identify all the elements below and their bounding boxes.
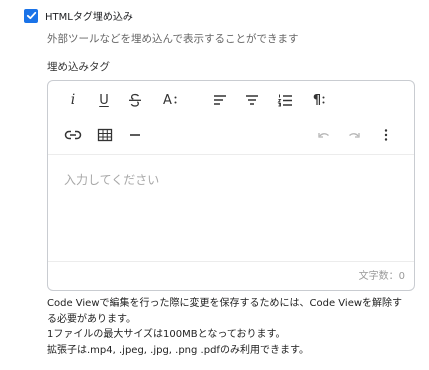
underline-button[interactable]: U — [94, 90, 114, 110]
more-options-button[interactable] — [376, 125, 396, 145]
font-size-button[interactable]: A — [157, 90, 183, 110]
redo-icon — [349, 133, 360, 138]
html-embed-option[interactable]: HTMLタグ埋め込み — [24, 8, 133, 23]
align-left-icon — [214, 95, 226, 105]
help-line: 1ファイルの最大サイズは100MBとなっております。 — [47, 329, 286, 340]
html-embed-settings: HTMLタグ埋め込み 外部ツールなどを埋め込んで表示することができます 埋め込み… — [0, 0, 429, 370]
redo-button[interactable] — [344, 125, 364, 145]
html-embed-label: HTMLタグ埋め込み — [45, 12, 133, 23]
horizontal-rule-button[interactable] — [125, 125, 145, 145]
undo-button[interactable] — [314, 125, 334, 145]
strikethrough-icon — [129, 93, 141, 107]
help-text: Code Viewで編集を行った際に変更を保存するためには、Code Viewを… — [47, 296, 419, 358]
align-center-button[interactable] — [242, 90, 262, 110]
embed-tag-label: 埋め込みタグ — [47, 61, 110, 73]
horizontal-rule-icon — [130, 134, 140, 136]
paragraph-icon: ¶ — [312, 92, 322, 108]
checkmark-icon — [26, 11, 36, 20]
footer-divider — [48, 261, 414, 262]
link-button[interactable] — [63, 125, 83, 145]
dots-vertical-icon — [322, 96, 325, 104]
link-icon — [64, 130, 82, 140]
char-count: 文字数：0 — [358, 271, 405, 282]
underline-icon: U — [99, 92, 109, 108]
html-embed-checkbox[interactable] — [24, 8, 38, 23]
dots-vertical-icon — [174, 96, 177, 104]
editor-input[interactable]: 入力してください — [64, 171, 159, 188]
more-vertical-icon — [384, 129, 388, 141]
italic-icon: i — [70, 92, 76, 108]
numbered-list-icon — [277, 94, 292, 107]
help-line: 拡張子は.mp4, .jpeg, .jpg, .png .pdfのみ利用できます… — [47, 344, 309, 356]
help-line: る必要があります。 — [47, 313, 136, 325]
strikethrough-button[interactable] — [125, 90, 145, 110]
font-size-icon: A — [163, 92, 172, 108]
italic-button[interactable]: i — [63, 90, 83, 110]
undo-icon — [318, 133, 329, 138]
html-embed-description: 外部ツールなどを埋め込んで表示することができます — [47, 33, 299, 45]
paragraph-button[interactable]: ¶ — [307, 90, 331, 110]
table-button[interactable] — [95, 125, 115, 145]
align-center-icon — [246, 95, 258, 105]
toolbar-divider — [48, 154, 414, 155]
align-left-button[interactable] — [210, 90, 230, 110]
numbered-list-button[interactable] — [275, 90, 295, 110]
table-icon — [97, 128, 113, 142]
help-line: Code Viewで編集を行った際に変更を保存するためには、Code Viewを… — [47, 298, 403, 309]
rich-text-editor: i U A ¶ 入力してください 文字数：0 — [47, 80, 415, 291]
